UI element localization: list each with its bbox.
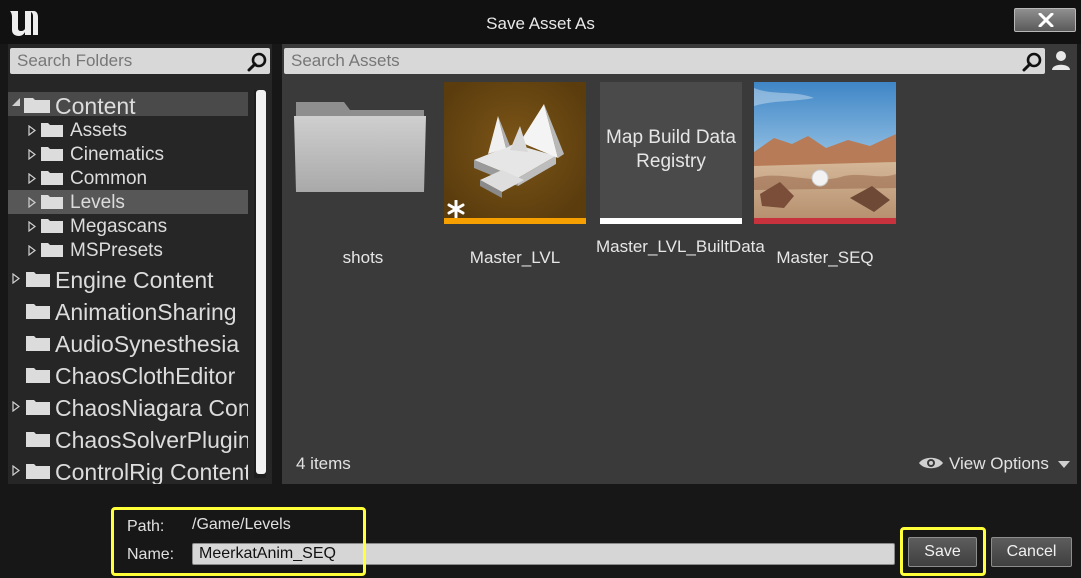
- folder-thumbnail: [292, 82, 434, 224]
- tree-item-label: AudioSynesthesia: [55, 331, 240, 357]
- collapsed-arrow-icon[interactable]: [28, 221, 36, 232]
- asset-name: Master_LVL: [469, 248, 561, 267]
- search-icon[interactable]: [246, 52, 268, 72]
- collapsed-arrow-icon[interactable]: [28, 125, 36, 136]
- tree-item-chaosniagara[interactable]: ChaosNiagara Content: [8, 394, 248, 421]
- folder-icon: [26, 336, 50, 351]
- tree-item-chaossolverplugin[interactable]: ChaosSolverPlugin: [8, 426, 248, 453]
- name-label: Name:: [127, 546, 175, 563]
- chevron-down-icon: [1058, 461, 1070, 468]
- sequence-thumbnail: [754, 82, 896, 224]
- folder-search-input[interactable]: [10, 48, 240, 74]
- collapsed-arrow-icon[interactable]: [12, 465, 20, 476]
- folder-panel: Content Assets Cinematics Common Levels: [8, 44, 272, 484]
- title-bar[interactable]: Save Asset As: [0, 0, 1081, 44]
- dialog-title: Save Asset As: [486, 14, 595, 33]
- asset-type-color-bar: [754, 218, 896, 224]
- tree-item-common[interactable]: Common: [8, 166, 248, 190]
- folder-tree: Content Assets Cinematics Common Levels: [8, 84, 248, 484]
- folder-icon: [41, 147, 63, 161]
- close-button[interactable]: [1014, 8, 1076, 32]
- asset-search-input[interactable]: [284, 48, 1014, 74]
- folder-icon: [24, 98, 50, 113]
- folder-icon: [26, 368, 50, 383]
- asset-name: Master_LVL_BuiltData: [596, 237, 765, 256]
- folder-icon: [26, 304, 50, 319]
- asset-panel: shots: [282, 44, 1077, 484]
- tree-item-label: Assets: [70, 120, 128, 141]
- collapsed-arrow-icon[interactable]: [12, 401, 20, 412]
- unsaved-asterisk-icon: [447, 200, 465, 218]
- tree-item-levels[interactable]: Levels: [8, 190, 248, 214]
- build-data-thumbnail: Map Build Data Registry: [600, 82, 742, 224]
- tree-item-assets[interactable]: Assets: [8, 118, 248, 142]
- tree-item-label: ChaosNiagara Content: [55, 395, 248, 421]
- desert-scene-thumbnail: [754, 82, 896, 224]
- tree-item-label: Common: [70, 168, 148, 189]
- eye-icon: [919, 457, 943, 469]
- tree-item-label: ChaosSolverPlugin: [55, 427, 248, 453]
- thumbnail-label: Map Build Data Registry: [606, 127, 736, 172]
- folder-scrollbar[interactable]: [254, 90, 266, 478]
- tree-item-label: MSPresets: [70, 240, 163, 261]
- collapsed-arrow-icon[interactable]: [28, 149, 36, 160]
- view-options-label: View Options: [949, 454, 1049, 473]
- path-label: Path:: [127, 518, 165, 535]
- folder-icon: [41, 171, 63, 185]
- save-asset-dialog: Save Asset As Content Assets: [0, 0, 1081, 578]
- asset-search-box[interactable]: [284, 48, 1045, 74]
- asset-name: shots: [342, 248, 384, 267]
- asset-name: Master_SEQ: [776, 248, 874, 267]
- tree-item-chaosclotheditor[interactable]: ChaosClothEditor: [8, 362, 248, 389]
- user-icon[interactable]: [1050, 49, 1072, 71]
- path-value: /Game/Levels: [192, 516, 291, 533]
- tree-item-controlrig-content[interactable]: ControlRig Content: [8, 458, 248, 484]
- collapsed-arrow-icon[interactable]: [12, 273, 20, 284]
- tree-item-audiosynesthesia[interactable]: AudioSynesthesia: [8, 330, 248, 357]
- tree-item-label: Levels: [70, 192, 125, 213]
- folder-icon: [41, 195, 63, 209]
- tree-item-animationsharing[interactable]: AnimationSharing: [8, 298, 248, 325]
- expanded-arrow-icon[interactable]: [11, 97, 21, 107]
- collapsed-arrow-icon[interactable]: [28, 245, 36, 256]
- folder-icon: [26, 272, 50, 287]
- folder-scrollbar-thumb[interactable]: [256, 90, 266, 474]
- level-thumbnail: [444, 82, 586, 224]
- asset-type-color-bar: [600, 218, 742, 224]
- folder-icon: [41, 243, 63, 257]
- tree-item-mspresets[interactable]: MSPresets: [8, 238, 248, 262]
- tree-item-label: ControlRig Content: [55, 459, 248, 484]
- collapsed-arrow-icon[interactable]: [28, 197, 36, 208]
- folder-icon: [41, 123, 63, 137]
- tree-item-label: Engine Content: [55, 267, 214, 293]
- search-icon[interactable]: [1021, 52, 1043, 72]
- folder-icon: [26, 432, 50, 447]
- asset-type-color-bar: [444, 218, 586, 224]
- large-folder-icon: [294, 102, 426, 192]
- folder-search-box[interactable]: [10, 48, 270, 74]
- cancel-button[interactable]: Cancel: [991, 537, 1072, 567]
- collapsed-arrow-icon[interactable]: [28, 173, 36, 184]
- save-button[interactable]: Save: [908, 537, 977, 567]
- level-icon: [444, 82, 586, 224]
- item-count: 4 items: [296, 454, 351, 473]
- folder-icon: [26, 400, 50, 415]
- tree-item-content[interactable]: Content: [8, 92, 248, 119]
- tree-item-label: AnimationSharing: [55, 299, 237, 325]
- tree-item-cinematics[interactable]: Cinematics: [8, 142, 248, 166]
- tree-item-engine-content[interactable]: Engine Content: [8, 266, 248, 293]
- asset-name-input[interactable]: [192, 543, 895, 565]
- close-icon: [1038, 13, 1054, 27]
- tree-item-label: Cinematics: [70, 144, 164, 165]
- folder-icon: [26, 464, 50, 479]
- tree-item-label: ChaosClothEditor: [55, 363, 236, 389]
- tree-item-megascans[interactable]: Megascans: [8, 214, 248, 238]
- tree-item-label: Megascans: [70, 216, 168, 237]
- tree-item-label: Content: [55, 93, 136, 119]
- folder-icon: [41, 219, 63, 233]
